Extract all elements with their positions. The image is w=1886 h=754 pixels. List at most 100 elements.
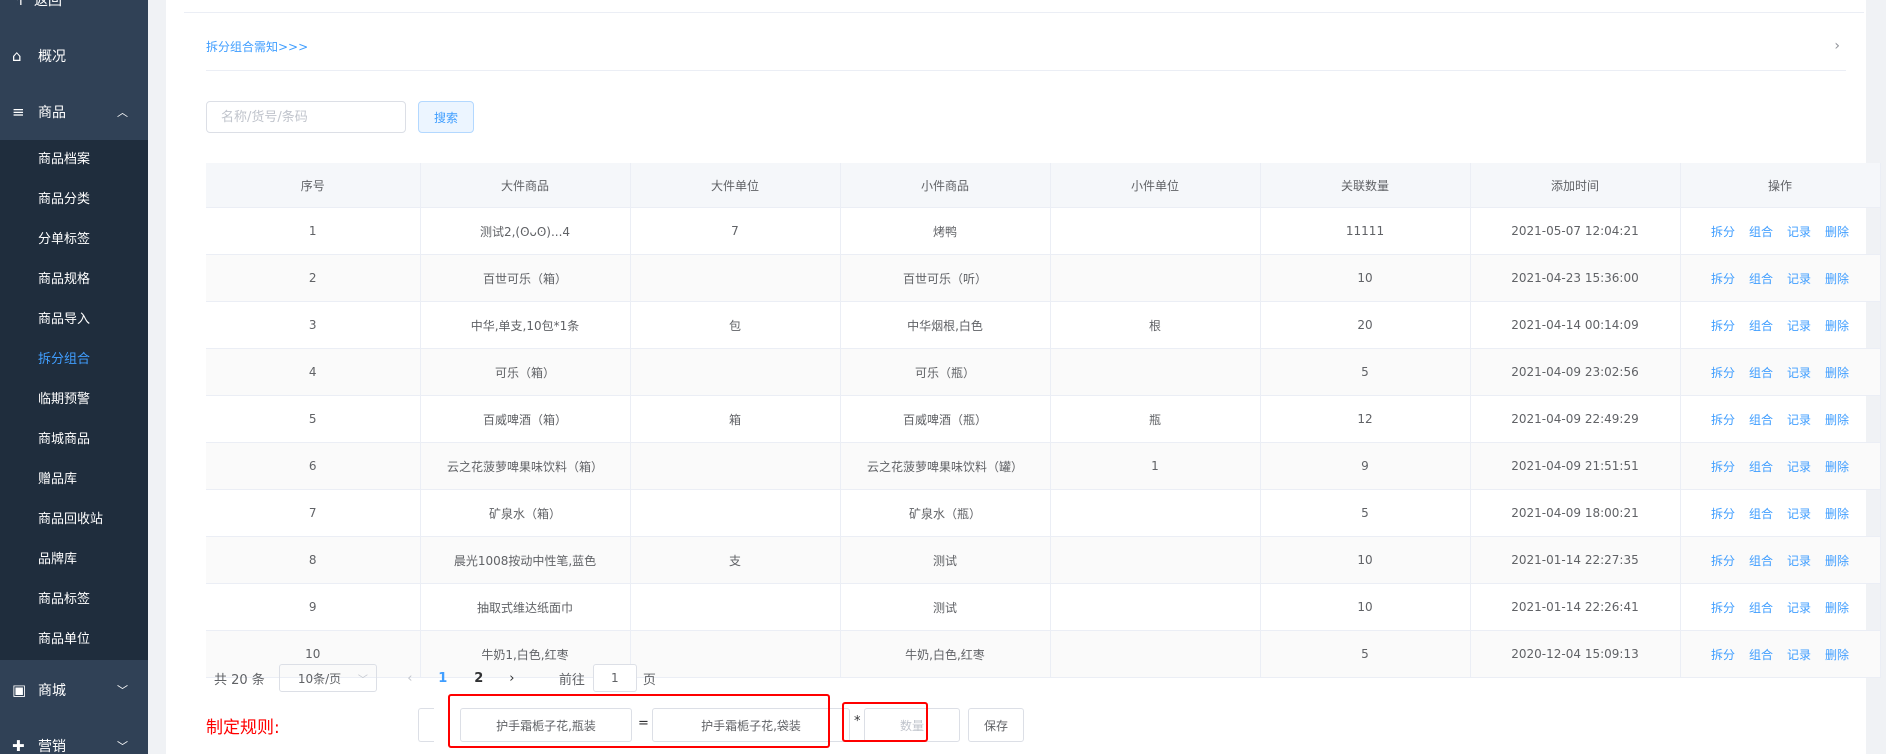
record-action[interactable]: 记录 — [1787, 272, 1811, 286]
split-action[interactable]: 拆分 — [1711, 225, 1735, 239]
split-action[interactable]: 拆分 — [1711, 272, 1735, 286]
page-word: 页 — [642, 672, 656, 688]
combine-action[interactable]: 组合 — [1749, 648, 1773, 662]
column-header: 大件单位 — [630, 163, 841, 208]
record-action[interactable]: 记录 — [1787, 554, 1811, 568]
sidebar-subitem[interactable]: 临期预警 — [0, 380, 148, 420]
chevron-right-icon[interactable]: › — [1834, 38, 1840, 54]
combine-action[interactable]: 组合 — [1749, 225, 1773, 239]
sidebar-subitem[interactable]: 赠品库 — [0, 460, 148, 500]
table-cell — [1050, 536, 1261, 584]
combine-action[interactable]: 组合 — [1749, 272, 1773, 286]
record-action[interactable]: 记录 — [1787, 319, 1811, 333]
sidebar-subitem[interactable]: 拆分组合 — [0, 340, 148, 380]
chevron-down-icon: ﹀ — [117, 740, 128, 753]
sidebar-subitem[interactable]: 商品单位 — [0, 620, 148, 660]
table-cell — [630, 583, 841, 631]
table-body: 1 测试2,(ʘᴗʘ)...4 7 烤鸭 11111 2021-05-07 12:04:2… — [206, 207, 1881, 678]
sidebar-subitem[interactable]: 分单标签 — [0, 220, 148, 260]
page-2-button[interactable]: 2 — [461, 671, 497, 686]
sidebar-subitem[interactable]: 商品规格 — [0, 260, 148, 300]
table-cell — [630, 489, 841, 537]
combine-action[interactable]: 组合 — [1749, 460, 1773, 474]
combine-action[interactable]: 组合 — [1749, 413, 1773, 427]
back-arrow-icon: ↰ — [12, 0, 25, 9]
sidebar-item-overview[interactable]: ⌂ 概况 — [0, 28, 148, 84]
table-cell: 7 — [630, 207, 841, 255]
combine-action[interactable]: 组合 — [1749, 319, 1773, 333]
sidebar-subitem[interactable]: 商品档案 — [0, 140, 148, 180]
combo-table: 序号 大件商品 大件单位 小件商品 小件单位 关联数量 添加时间 操作 1 测试2,(ʘᴗʘ).… — [206, 163, 1881, 678]
sidebar-item-goods[interactable]: ≡ 商品 ︿ — [0, 84, 148, 140]
split-action[interactable]: 拆分 — [1711, 413, 1735, 427]
table-cell: 云之花菠萝啤果味饮料（箱） — [420, 442, 631, 490]
table-cell: 支 — [630, 536, 841, 584]
sidebar-subitem[interactable]: 商品回收站 — [0, 500, 148, 540]
combine-action[interactable]: 组合 — [1749, 601, 1773, 615]
combine-action[interactable]: 组合 — [1749, 366, 1773, 380]
goto-page-input[interactable] — [592, 664, 637, 692]
next-page-button[interactable]: › — [497, 671, 527, 686]
split-action[interactable]: 拆分 — [1711, 319, 1735, 333]
sidebar-subitem[interactable]: 商品标签 — [0, 580, 148, 620]
save-button[interactable]: 保存 — [968, 708, 1024, 742]
table-row: 1 测试2,(ʘᴗʘ)...4 7 烤鸭 11111 2021-05-07 12:04:2… — [206, 207, 1881, 255]
delete-action[interactable]: 删除 — [1825, 507, 1849, 521]
back-label: 返回 — [34, 0, 62, 9]
table-cell: 10 — [1260, 536, 1471, 584]
record-action[interactable]: 记录 — [1787, 225, 1811, 239]
delete-action[interactable]: 删除 — [1825, 413, 1849, 427]
column-header: 序号 — [206, 163, 421, 208]
delete-action[interactable]: 删除 — [1825, 601, 1849, 615]
pagination-total: 共 20 条 — [214, 672, 265, 688]
table-cell: 2021-04-09 22:49:29 — [1470, 395, 1681, 443]
delete-action[interactable]: 删除 — [1825, 272, 1849, 286]
sidebar-subitem[interactable]: 品牌库 — [0, 540, 148, 580]
delete-action[interactable]: 删除 — [1825, 366, 1849, 380]
notice-link[interactable]: 拆分组合需知>>> — [206, 38, 308, 55]
search-button[interactable]: 搜索 — [418, 101, 474, 133]
split-action[interactable]: 拆分 — [1711, 648, 1735, 662]
pagination: 共 20 条 10条/页 ﹀ ‹ 1 2 › 前往 页 — [206, 664, 656, 692]
divider — [184, 12, 1864, 13]
column-header: 大件商品 — [420, 163, 631, 208]
table-cell: 百世可乐（箱） — [420, 254, 631, 302]
sidebar-subitem[interactable]: 商城商品 — [0, 420, 148, 460]
page-size-select[interactable]: 10条/页 ﹀ — [278, 664, 377, 692]
prev-page-button[interactable]: ‹ — [395, 671, 425, 686]
table-cell — [630, 254, 841, 302]
sidebar-subitem[interactable]: 商品导入 — [0, 300, 148, 340]
chevron-up-icon: ︿ — [117, 106, 128, 119]
table-cell: 5 — [1260, 630, 1471, 678]
delete-action[interactable]: 删除 — [1825, 554, 1849, 568]
record-action[interactable]: 记录 — [1787, 601, 1811, 615]
split-action[interactable]: 拆分 — [1711, 507, 1735, 521]
sidebar-subitem[interactable]: 商品分类 — [0, 180, 148, 220]
rule-label: 制定规则: — [206, 718, 280, 738]
back-button[interactable]: ↰ 返回 — [0, 0, 62, 14]
delete-action[interactable]: 删除 — [1825, 460, 1849, 474]
sidebar-item-mall[interactable]: ▣ 商城 ﹀ — [0, 662, 148, 718]
table-cell: 2020-12-04 15:09:13 — [1470, 630, 1681, 678]
record-action[interactable]: 记录 — [1787, 366, 1811, 380]
combine-action[interactable]: 组合 — [1749, 554, 1773, 568]
page-1-button[interactable]: 1 — [425, 671, 461, 686]
split-action[interactable]: 拆分 — [1711, 366, 1735, 380]
table-cell: 2021-01-14 22:27:35 — [1470, 536, 1681, 584]
record-action[interactable]: 记录 — [1787, 648, 1811, 662]
delete-action[interactable]: 删除 — [1825, 648, 1849, 662]
split-action[interactable]: 拆分 — [1711, 601, 1735, 615]
sidebar-item-marketing[interactable]: ✚ 营销 ﹀ — [0, 718, 148, 754]
combine-action[interactable]: 组合 — [1749, 507, 1773, 521]
split-action[interactable]: 拆分 — [1711, 460, 1735, 474]
delete-action[interactable]: 删除 — [1825, 319, 1849, 333]
search-input[interactable] — [206, 101, 406, 133]
record-action[interactable]: 记录 — [1787, 507, 1811, 521]
delete-action[interactable]: 删除 — [1825, 225, 1849, 239]
table-row: 4 可乐（箱） 可乐（瓶） 5 2021-04-09 23:02:56 拆分 组合 记录 删除 — [206, 348, 1881, 396]
record-action[interactable]: 记录 — [1787, 413, 1811, 427]
table-cell: 5 — [1260, 348, 1471, 396]
split-action[interactable]: 拆分 — [1711, 554, 1735, 568]
table-row: 6 云之花菠萝啤果味饮料（箱） 云之花菠萝啤果味饮料（罐） 1 9 2021-04-09 … — [206, 442, 1881, 490]
record-action[interactable]: 记录 — [1787, 460, 1811, 474]
